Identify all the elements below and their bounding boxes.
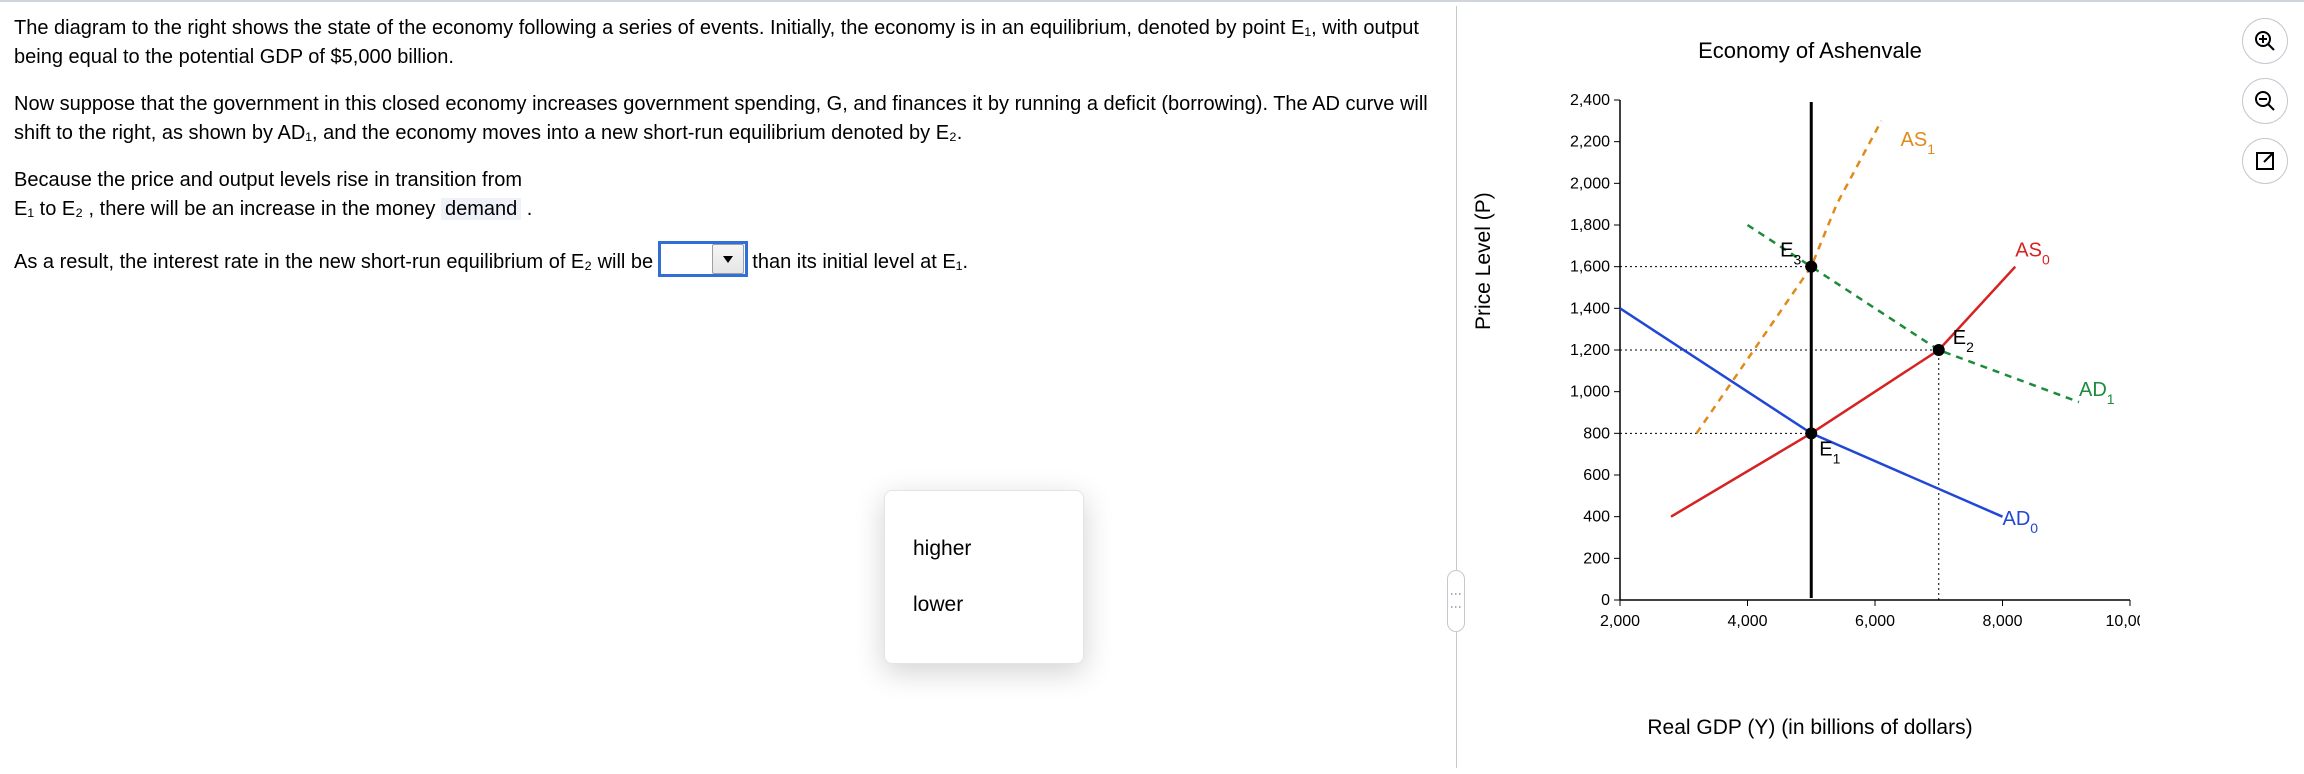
svg-text:AS0: AS0 bbox=[2015, 239, 2050, 267]
chart-title: Economy of Ashenvale bbox=[1480, 38, 2140, 64]
svg-text:AD0: AD0 bbox=[2003, 508, 2039, 536]
chart-toolbar bbox=[2242, 18, 2288, 184]
chart-plot: 0 200 400 600 800 1,000 1,200 1,400 1,600 1,800 2,… bbox=[1560, 90, 2140, 650]
svg-text:E2: E2 bbox=[1953, 327, 1974, 355]
svg-text:600: 600 bbox=[1583, 467, 1610, 484]
svg-text:E1: E1 bbox=[1819, 438, 1840, 466]
x-axis-label: Real GDP (Y) (in billions of dollars) bbox=[1480, 716, 2140, 740]
chart: Economy of Ashenvale Price Level (P) Rea… bbox=[1480, 30, 2180, 740]
svg-text:8,000: 8,000 bbox=[1982, 613, 2022, 630]
paragraph-2: Now suppose that the government in this … bbox=[14, 90, 1434, 148]
zoom-out-icon[interactable] bbox=[2242, 78, 2288, 124]
svg-text:4,000: 4,000 bbox=[1727, 613, 1767, 630]
dropdown-option-lower[interactable]: lower bbox=[885, 577, 1083, 633]
paragraph-4: As a result, the interest rate in the ne… bbox=[14, 242, 1434, 283]
popout-icon[interactable] bbox=[2242, 138, 2288, 184]
svg-text:10,000: 10,000 bbox=[2106, 613, 2140, 630]
dropdown-handle-icon[interactable] bbox=[712, 244, 744, 274]
y-axis-label: Price Level (P) bbox=[1472, 192, 1496, 330]
svg-text:E3: E3 bbox=[1780, 240, 1801, 268]
paragraph-1: The diagram to the right shows the state… bbox=[14, 14, 1434, 72]
svg-text:AS1: AS1 bbox=[1901, 129, 1936, 157]
svg-text:0: 0 bbox=[1601, 592, 1610, 609]
svg-text:2,200: 2,200 bbox=[1570, 134, 1610, 151]
svg-text:800: 800 bbox=[1583, 425, 1610, 442]
select-value bbox=[661, 244, 711, 274]
collapse-grip[interactable]: ⋮⋮ bbox=[1447, 570, 1465, 632]
interest-rate-select[interactable] bbox=[659, 242, 747, 276]
svg-text:200: 200 bbox=[1583, 550, 1610, 567]
zoom-in-icon[interactable] bbox=[2242, 18, 2288, 64]
svg-text:AD1: AD1 bbox=[2079, 379, 2115, 407]
pane-divider bbox=[1456, 6, 1457, 768]
svg-text:2,000: 2,000 bbox=[1570, 175, 1610, 192]
interest-rate-dropdown: higher lower bbox=[884, 490, 1084, 664]
svg-text:1,800: 1,800 bbox=[1570, 217, 1610, 234]
svg-text:400: 400 bbox=[1583, 509, 1610, 526]
dropdown-option-higher[interactable]: higher bbox=[885, 521, 1083, 577]
svg-text:6,000: 6,000 bbox=[1855, 613, 1895, 630]
svg-text:1,600: 1,600 bbox=[1570, 259, 1610, 276]
svg-text:1,000: 1,000 bbox=[1570, 384, 1610, 401]
svg-text:1,400: 1,400 bbox=[1570, 300, 1610, 317]
answered-blank-demand[interactable]: demand bbox=[441, 198, 521, 220]
paragraph-3: Because the price and output levels rise… bbox=[14, 166, 1434, 224]
svg-text:2,000: 2,000 bbox=[1600, 613, 1640, 630]
svg-text:2,400: 2,400 bbox=[1570, 92, 1610, 109]
svg-text:1,200: 1,200 bbox=[1570, 342, 1610, 359]
question-text: The diagram to the right shows the state… bbox=[14, 14, 1434, 301]
